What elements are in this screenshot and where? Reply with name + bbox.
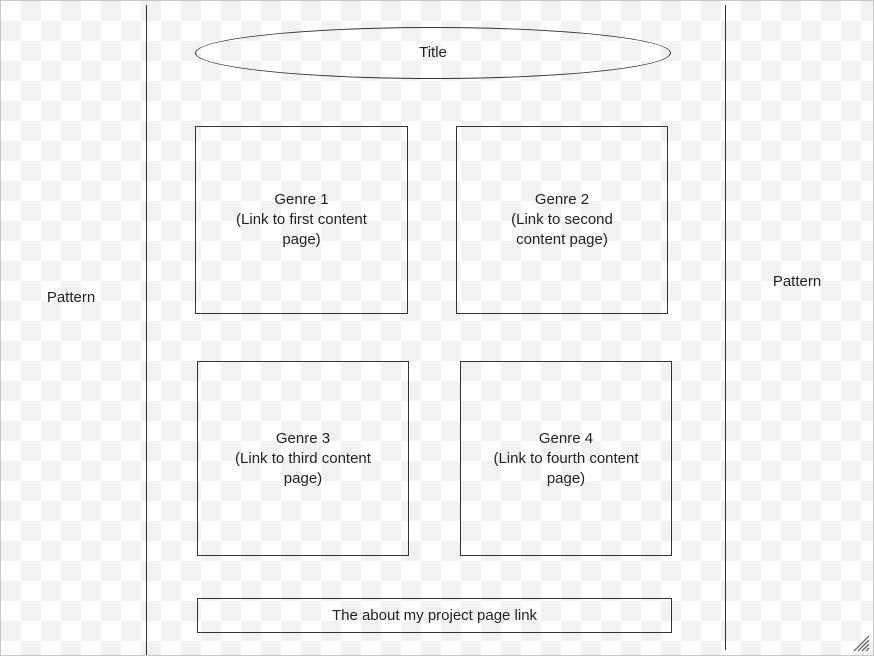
right-divider-line bbox=[725, 5, 726, 650]
genre-3-text: Genre 3 (Link to third content page) bbox=[235, 429, 371, 487]
resize-grip-line-4 bbox=[865, 647, 870, 652]
title-ellipse[interactable]: Title bbox=[195, 27, 671, 79]
left-divider-line bbox=[146, 5, 147, 655]
diagram-canvas: Pattern Pattern Title Genre 1 (Link to f… bbox=[0, 0, 874, 656]
genre-2-text: Genre 2 (Link to second content page) bbox=[511, 191, 613, 248]
left-pattern-text: Pattern bbox=[46, 288, 96, 306]
genre-4-box[interactable]: Genre 4 (Link to fourth content page) bbox=[460, 361, 672, 556]
genre-1-text: Genre 1 (Link to first content page) bbox=[236, 191, 367, 248]
genre-3-box[interactable]: Genre 3 (Link to third content page) bbox=[197, 361, 409, 556]
genre-1-box[interactable]: Genre 1 (Link to first content page) bbox=[195, 126, 408, 314]
resize-grip-icon[interactable] bbox=[850, 632, 870, 652]
genre-4-text: Genre 4 (Link to fourth content page) bbox=[493, 429, 639, 487]
resize-grip-line-1 bbox=[853, 635, 870, 652]
genre-2-box[interactable]: Genre 2 (Link to second content page) bbox=[456, 126, 668, 314]
resize-grip-line-3 bbox=[861, 643, 870, 652]
title-text: Title bbox=[419, 44, 447, 61]
about-link-box[interactable]: The about my project page link bbox=[197, 598, 672, 633]
right-pattern-label: Pattern bbox=[727, 269, 867, 293]
about-link-text: The about my project page link bbox=[331, 606, 538, 624]
right-pattern-text: Pattern bbox=[772, 272, 822, 290]
left-pattern-label: Pattern bbox=[1, 285, 141, 309]
